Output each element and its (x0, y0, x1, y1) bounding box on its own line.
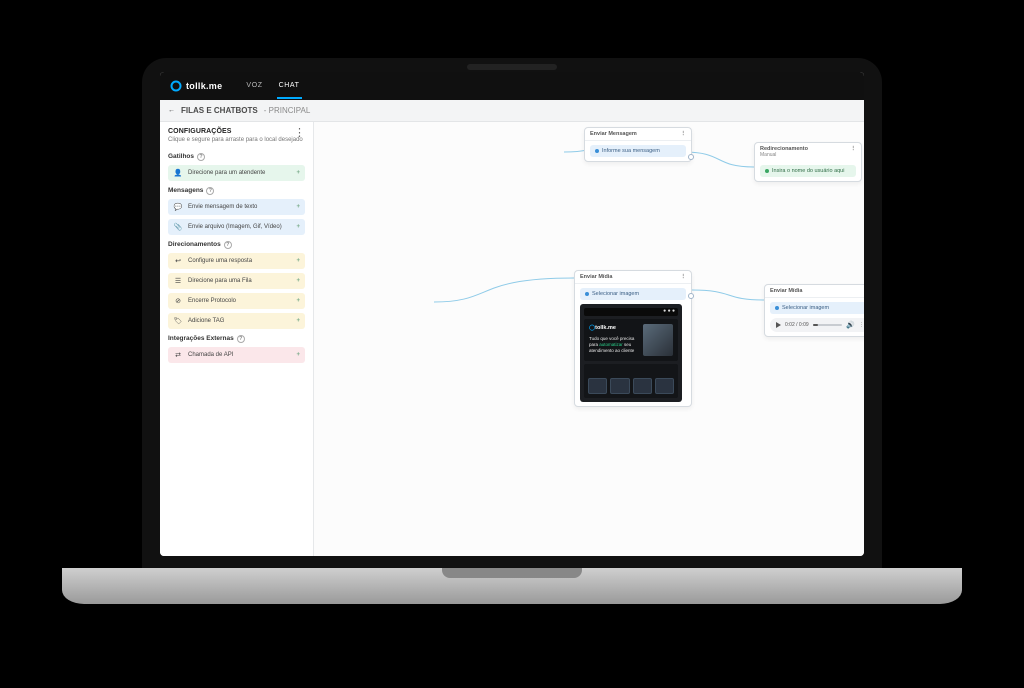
sidebar-subtitle: Clique e segure para arraste para o loca… (168, 137, 305, 145)
node-enviar-midia-audio[interactable]: Enviar Mídia⋮ Selecionar imagem 0:02 / 0… (764, 284, 864, 337)
brand-logo: tollk.me (170, 80, 222, 92)
breadcrumb-sub: - PRINCIPAL (264, 106, 311, 115)
tab-voz[interactable]: VOZ (244, 74, 264, 99)
block-enviar-arquivo[interactable]: 📎 Envie arquivo (Imagem, Gif, Vídeo) + (168, 219, 305, 235)
audio-track[interactable] (813, 324, 843, 326)
breadcrumb: ← FILAS E CHATBOTS - PRINCIPAL (160, 100, 864, 122)
block-encerre-protocolo[interactable]: ⊘ Encerre Protocolo + (168, 293, 305, 309)
message-icon: 💬 (173, 202, 183, 212)
nav-tabs: VOZ CHAT (244, 74, 301, 99)
group-integracoes: Integrações Externas? (168, 335, 305, 343)
preview-line3: atendimento ao cliente (589, 348, 638, 354)
plus-icon: + (296, 224, 300, 230)
play-icon[interactable] (776, 322, 781, 328)
audio-player[interactable]: 0:02 / 0:09 🔊 ⋮ (770, 318, 864, 332)
node-menu-icon[interactable]: ⋮ (851, 146, 857, 152)
flow-canvas[interactable]: Enviar Mensagem⋮ Informe sua mensagem Re… (314, 122, 864, 556)
node-pill[interactable]: Selecionar imagem (580, 288, 686, 300)
block-configura-resposta[interactable]: ↩ Configure uma resposta + (168, 253, 305, 269)
block-chamada-api[interactable]: ⇄ Chamada de API + (168, 347, 305, 363)
help-icon[interactable]: ? (224, 241, 232, 249)
node-enviar-mensagem[interactable]: Enviar Mensagem⋮ Informe sua mensagem (584, 127, 692, 162)
app-screen: tollk.me VOZ CHAT ← FILAS E CHATBOTS - P… (160, 72, 864, 556)
audio-menu-icon[interactable]: ⋮ (859, 322, 864, 328)
volume-icon[interactable]: 🔊 (846, 321, 855, 329)
breadcrumb-title: FILAS E CHATBOTS (181, 106, 258, 115)
media-preview: ◯tollk.me Tudo que você precisa para aut… (580, 304, 682, 402)
tab-chat[interactable]: CHAT (277, 74, 302, 99)
group-mensagens: Mensagens? (168, 187, 305, 195)
node-menu-icon[interactable]: ⋮ (681, 131, 687, 137)
back-icon[interactable]: ← (168, 107, 175, 114)
output-port[interactable] (688, 154, 694, 160)
block-direcione-fila[interactable]: ☰ Direcione para uma Fila + (168, 273, 305, 289)
audio-time: 0:02 / 0:09 (785, 322, 809, 328)
plus-icon: + (296, 170, 300, 176)
tag-icon: 🏷 (173, 316, 183, 326)
node-subtitle: Manual (755, 152, 861, 161)
help-icon[interactable]: ? (237, 335, 245, 343)
node-pill[interactable]: Selecionar imagem (770, 302, 864, 314)
plus-icon: + (296, 318, 300, 324)
plus-icon: + (296, 352, 300, 358)
brand-name: tollk.me (186, 81, 222, 91)
node-menu-icon[interactable]: ⋮ (681, 274, 687, 280)
queue-icon: ☰ (173, 276, 183, 286)
block-adicione-tag[interactable]: 🏷 Adicione TAG + (168, 313, 305, 329)
plus-icon: + (296, 278, 300, 284)
block-direcione-atendente[interactable]: 👤 Direcione para um atendente + (168, 165, 305, 181)
help-icon[interactable]: ? (206, 187, 214, 195)
plus-icon: + (296, 298, 300, 304)
plus-icon: + (296, 258, 300, 264)
logo-icon (170, 80, 182, 92)
workspace: ⋮ CONFIGURAÇÕES Clique e segure para arr… (160, 122, 864, 556)
preview-logo: ◯tollk.me (589, 325, 638, 333)
sidebar: ⋮ CONFIGURAÇÕES Clique e segure para arr… (160, 122, 314, 556)
reply-icon: ↩ (173, 256, 183, 266)
node-redirecionamento-1[interactable]: Redirecionamento⋮ Manual Insira o nome d… (754, 142, 862, 182)
preview-header-bar (584, 308, 678, 316)
laptop-frame: tollk.me VOZ CHAT ← FILAS E CHATBOTS - P… (142, 58, 882, 568)
preview-footer (584, 364, 678, 398)
help-icon[interactable]: ? (197, 153, 205, 161)
close-icon: ⊘ (173, 296, 183, 306)
output-port[interactable] (688, 293, 694, 299)
node-enviar-midia-imagem[interactable]: Enviar Mídia⋮ Selecionar imagem ◯tollk.m… (574, 270, 692, 407)
attachment-icon: 📎 (173, 222, 183, 232)
more-icon[interactable]: ⋮ (294, 130, 305, 137)
preview-image-placeholder (643, 324, 673, 356)
group-direcionamentos: Direcionamentos? (168, 241, 305, 249)
top-nav: tollk.me VOZ CHAT (160, 72, 864, 100)
api-icon: ⇄ (173, 350, 183, 360)
sidebar-header: CONFIGURAÇÕES (168, 128, 305, 135)
laptop-base (62, 568, 962, 604)
group-gatilhos: Gatilhos? (168, 153, 305, 161)
plus-icon: + (296, 204, 300, 210)
block-mensagem-texto[interactable]: 💬 Envie mensagem de texto + (168, 199, 305, 215)
node-pill[interactable]: Informe sua mensagem (590, 145, 686, 157)
node-pill[interactable]: Insira o nome do usuário aqui (760, 165, 856, 177)
user-icon: 👤 (173, 168, 183, 178)
